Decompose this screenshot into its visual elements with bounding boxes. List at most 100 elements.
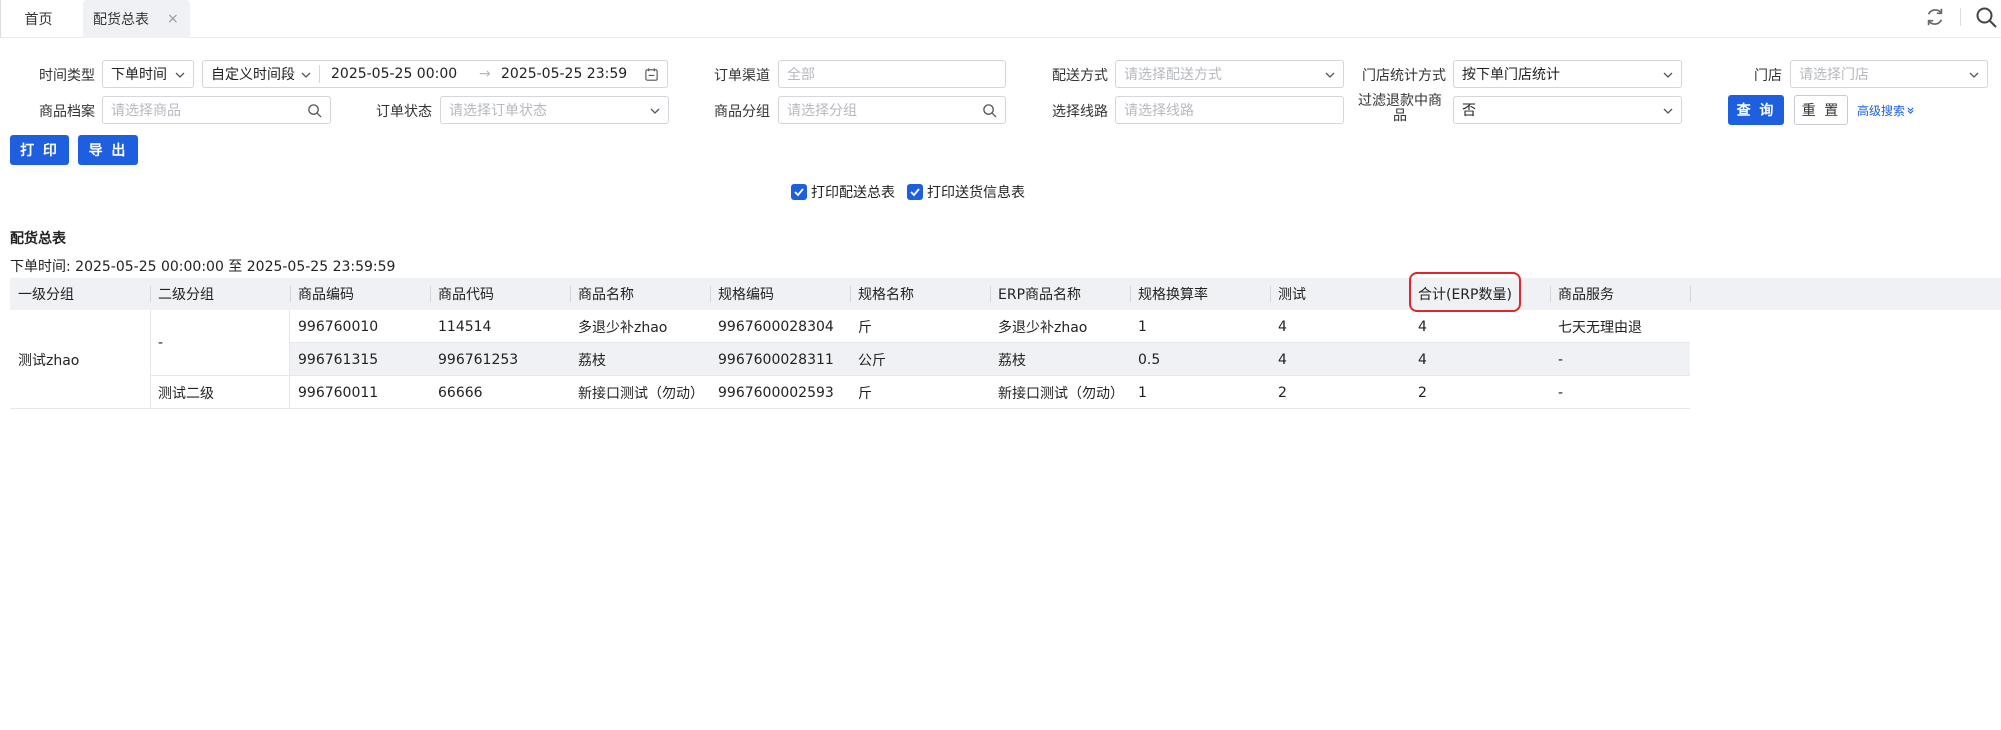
date-range-picker[interactable]: 自定义时间段 2025-05-25 00:00 → 2025-05-25 23:… bbox=[202, 60, 668, 88]
table-header: 一级分组 二级分组 商品编码 商品代码 商品名称 规格编码 规格名称 ERP商品… bbox=[10, 278, 2001, 310]
group2-cell: - bbox=[158, 335, 164, 351]
divider bbox=[319, 65, 320, 83]
store-stat-label: 门店统计方式 bbox=[1362, 68, 1446, 84]
group1-cell: 测试zhao bbox=[18, 352, 80, 369]
date-end-input[interactable]: 2025-05-25 23:59 bbox=[501, 66, 627, 82]
search-icon[interactable] bbox=[307, 103, 322, 118]
route-label: 选择线路 bbox=[1052, 104, 1108, 120]
delivery-select[interactable]: 请选择配送方式 bbox=[1115, 60, 1344, 88]
chevron-down-icon bbox=[175, 72, 185, 78]
delivery-placeholder: 请选择配送方式 bbox=[1124, 67, 1222, 83]
header-conversion-rate: 规格换算率 bbox=[1138, 287, 1208, 303]
period-value: 自定义时间段 bbox=[211, 67, 295, 83]
group2-cell: 测试二级 bbox=[158, 385, 214, 402]
header-service: 商品服务 bbox=[1558, 287, 1614, 303]
tab-distribution-summary[interactable]: 配货总表 × bbox=[83, 0, 190, 38]
export-button[interactable]: 导 出 bbox=[78, 135, 138, 165]
row1-spec-code: 9967600028304 bbox=[718, 318, 834, 335]
tab-home-label: 首页 bbox=[24, 12, 53, 28]
header-group2: 二级分组 bbox=[158, 287, 214, 303]
checkbox-checked-icon bbox=[907, 184, 923, 200]
channel-select[interactable]: 全部 bbox=[778, 60, 1006, 88]
store-select[interactable]: 请选择门店 bbox=[1790, 60, 1988, 88]
header-product-name: 商品名称 bbox=[578, 287, 634, 303]
row2-service: - bbox=[1558, 351, 1564, 368]
tab-home[interactable]: 首页 bbox=[0, 0, 76, 38]
store-label: 门店 bbox=[1754, 68, 1782, 84]
header-group1: 一级分组 bbox=[18, 287, 74, 303]
report-title: 配货总表 bbox=[10, 231, 66, 247]
cell-divider bbox=[150, 310, 151, 409]
print-button[interactable]: 打 印 bbox=[10, 135, 69, 165]
report-time-range: 下单时间: 2025-05-25 00:00:00 至 2025-05-25 2… bbox=[10, 259, 396, 275]
time-type-label: 时间类型 bbox=[39, 68, 95, 84]
row3-spec-name: 斤 bbox=[858, 385, 872, 402]
product-placeholder: 请选择商品 bbox=[111, 103, 181, 119]
refresh-icon[interactable] bbox=[1924, 6, 1946, 28]
row1-spec-name: 斤 bbox=[858, 319, 872, 336]
date-start-input[interactable]: 2025-05-25 00:00 bbox=[331, 66, 457, 82]
product-search-input[interactable]: 请选择商品 bbox=[102, 96, 331, 124]
calendar-icon[interactable] bbox=[644, 67, 659, 82]
refund-filter-label: 过滤退款中商 品 bbox=[1354, 94, 1446, 124]
product-label: 商品档案 bbox=[39, 104, 95, 120]
refund-label-line2: 品 bbox=[1393, 108, 1407, 124]
header-test: 测试 bbox=[1278, 287, 1306, 303]
row1-erp-total: 4 bbox=[1418, 318, 1427, 335]
row3-product-code: 996760011 bbox=[298, 384, 379, 401]
row2-product-name: 荔枝 bbox=[578, 352, 606, 369]
search-icon[interactable] bbox=[982, 103, 997, 118]
toolbar-divider bbox=[1960, 8, 1961, 26]
search-icon[interactable] bbox=[1974, 5, 1998, 29]
header-highlight-annotation bbox=[1409, 272, 1521, 312]
checkbox-checked-icon bbox=[791, 184, 807, 200]
tab-bar: 首页 配货总表 × bbox=[0, 0, 2001, 38]
row1-product-id: 114514 bbox=[438, 318, 492, 335]
chevron-down-icon bbox=[1325, 72, 1335, 78]
time-type-value: 下单时间 bbox=[111, 67, 167, 83]
print-summary-checkbox[interactable]: 打印配送总表 bbox=[791, 182, 895, 202]
row2-erp-total: 4 bbox=[1418, 351, 1427, 368]
tab-close-icon[interactable]: × bbox=[167, 11, 179, 27]
group-label: 商品分组 bbox=[714, 104, 770, 120]
row3-product-id: 66666 bbox=[438, 384, 483, 401]
row3-spec-code: 9967600002593 bbox=[718, 384, 834, 401]
route-select[interactable]: 请选择线路 bbox=[1115, 96, 1344, 124]
advanced-search-link[interactable]: 高级搜索 bbox=[1857, 102, 1915, 119]
reset-button[interactable]: 重 置 bbox=[1794, 95, 1848, 125]
order-status-select[interactable]: 请选择订单状态 bbox=[440, 96, 669, 124]
store-stat-value: 按下单门店统计 bbox=[1462, 67, 1560, 83]
group-placeholder: 请选择分组 bbox=[787, 103, 857, 119]
header-product-code: 商品编码 bbox=[298, 287, 354, 303]
header-spec-code: 规格编码 bbox=[718, 287, 774, 303]
group-search-input[interactable]: 请选择分组 bbox=[778, 96, 1006, 124]
channel-placeholder: 全部 bbox=[787, 67, 815, 83]
header-spec-name: 规格名称 bbox=[858, 287, 914, 303]
row1-product-name: 多退少补zhao bbox=[578, 319, 668, 336]
row1-product-code: 996760010 bbox=[298, 318, 379, 335]
refund-filter-select[interactable]: 否 bbox=[1453, 96, 1682, 124]
row2-test: 4 bbox=[1278, 351, 1287, 368]
print-delivery-info-checkbox[interactable]: 打印送货信息表 bbox=[907, 182, 1025, 202]
row3-erp-name: 新接口测试（勿动） bbox=[998, 385, 1124, 402]
chevron-down-icon bbox=[301, 72, 311, 78]
double-chevron-down-icon bbox=[1907, 107, 1914, 114]
query-button[interactable]: 查 询 bbox=[1728, 95, 1784, 125]
chevron-down-icon bbox=[1663, 108, 1673, 114]
store-stat-select[interactable]: 按下单门店统计 bbox=[1453, 60, 1682, 88]
channel-label: 订单渠道 bbox=[714, 68, 770, 84]
row3-service: - bbox=[1558, 384, 1564, 401]
chevron-down-icon bbox=[1663, 72, 1673, 78]
row3-erp-total: 2 bbox=[1418, 384, 1427, 401]
row2-conversion-rate: 0.5 bbox=[1138, 351, 1161, 368]
route-placeholder: 请选择线路 bbox=[1124, 103, 1194, 119]
row1-erp-name: 多退少补zhao bbox=[998, 319, 1088, 336]
print-summary-label: 打印配送总表 bbox=[811, 185, 895, 201]
time-type-select[interactable]: 下单时间 bbox=[102, 60, 194, 88]
delivery-label: 配送方式 bbox=[1052, 68, 1108, 84]
order-status-placeholder: 请选择订单状态 bbox=[449, 103, 547, 119]
header-erp-name: ERP商品名称 bbox=[998, 287, 1082, 303]
row2-erp-name: 荔枝 bbox=[998, 352, 1026, 369]
chevron-down-icon bbox=[1969, 72, 1979, 78]
row3-product-name: 新接口测试（勿动） bbox=[578, 385, 704, 402]
